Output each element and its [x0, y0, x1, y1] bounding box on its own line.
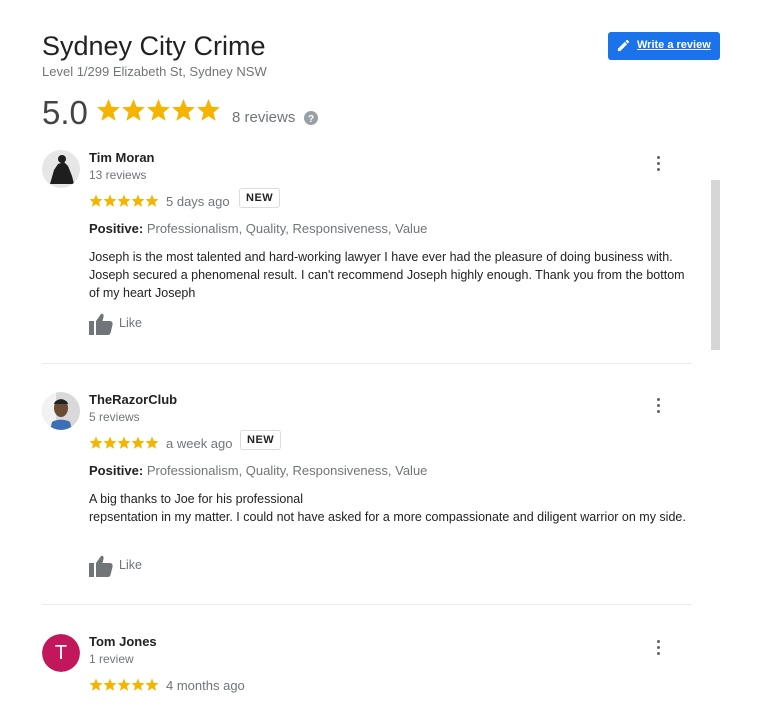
star-icon	[97, 99, 120, 121]
star-icon	[89, 678, 103, 691]
average-star-rating	[96, 98, 221, 129]
star-icon	[103, 436, 117, 449]
divider	[42, 604, 692, 605]
review-time: a week ago	[166, 436, 233, 451]
star-icon	[117, 194, 131, 207]
pencil-icon	[617, 39, 630, 52]
write-review-label: Write a review	[637, 39, 711, 51]
review-star-rating	[89, 194, 159, 207]
review-star-rating	[89, 678, 159, 691]
review-time: 5 days ago	[166, 194, 230, 209]
star-icon	[131, 194, 145, 207]
reviewer-name[interactable]: TheRazorClub	[89, 392, 177, 407]
divider	[42, 363, 692, 364]
avatar[interactable]	[42, 392, 80, 430]
star-icon	[89, 436, 103, 449]
star-icon	[145, 678, 159, 691]
star-icon	[89, 194, 103, 207]
star-icon	[131, 436, 145, 449]
review-star-rating	[89, 436, 159, 449]
avatar-letter: T	[42, 634, 80, 672]
reviewer-name[interactable]: Tim Moran	[89, 150, 155, 165]
star-icon	[122, 99, 145, 121]
star-icons	[97, 99, 220, 121]
more-options-icon[interactable]	[656, 156, 662, 172]
review-item: Tim Moran 13 reviews 5 days ago NEW Posi…	[42, 150, 692, 370]
star-icon	[117, 436, 131, 449]
like-label: Like	[119, 558, 142, 572]
star-icon	[145, 436, 159, 449]
positive-attributes: Positive: Professionalism, Quality, Resp…	[89, 463, 427, 478]
positive-values: Professionalism, Quality, Responsiveness…	[146, 221, 428, 236]
star-icon	[172, 99, 195, 121]
star-icon	[197, 99, 220, 121]
avatar[interactable]: T	[42, 634, 80, 672]
write-review-button[interactable]: Write a review	[608, 32, 720, 60]
positive-attributes: Positive: Professionalism, Quality, Resp…	[89, 221, 427, 236]
svg-text:?: ?	[308, 114, 314, 125]
review-item: T Tom Jones 1 review 4 months ago	[42, 634, 692, 714]
positive-label: Positive:	[89, 463, 144, 478]
like-label: Like	[119, 316, 142, 330]
user-photo-icon	[42, 392, 80, 430]
more-options-icon[interactable]	[656, 640, 662, 656]
star-icon	[147, 99, 170, 121]
like-button[interactable]: Like	[89, 313, 142, 340]
review-text: A big thanks to Joe for his professional…	[89, 492, 686, 524]
review-count: 8 reviews	[232, 109, 296, 126]
business-address: Level 1/299 Elizabeth St, Sydney NSW	[42, 64, 267, 79]
new-badge: NEW	[240, 430, 282, 450]
avatar[interactable]	[42, 150, 80, 188]
reviewer-review-count: 1 review	[89, 652, 134, 666]
thumbs-up-icon	[89, 555, 113, 577]
star-icon	[103, 678, 117, 691]
review-item: TheRazorClub 5 reviews a week ago NEW Po…	[42, 392, 692, 612]
star-icon	[131, 678, 145, 691]
star-icon	[145, 194, 159, 207]
positive-label: Positive:	[89, 221, 144, 236]
average-rating: 5.0	[42, 94, 88, 131]
review-time: 4 months ago	[166, 678, 245, 693]
user-photo-icon	[42, 150, 80, 188]
reviewer-review-count: 13 reviews	[89, 168, 147, 182]
reviewer-review-count: 5 reviews	[89, 410, 140, 424]
review-text: Joseph is the most talented and hard-wor…	[89, 250, 685, 300]
reviewer-name[interactable]: Tom Jones	[89, 634, 157, 649]
star-icon	[117, 678, 131, 691]
thumbs-up-icon	[89, 313, 113, 335]
positive-values: Professionalism, Quality, Responsiveness…	[146, 463, 428, 478]
more-options-icon[interactable]	[656, 398, 662, 414]
like-button[interactable]: Like	[89, 555, 142, 582]
help-icon[interactable]: ?	[304, 111, 318, 125]
new-badge: NEW	[239, 188, 281, 208]
business-title: Sydney City Crime	[42, 31, 266, 61]
scrollbar[interactable]	[711, 180, 720, 350]
star-icon	[103, 194, 117, 207]
